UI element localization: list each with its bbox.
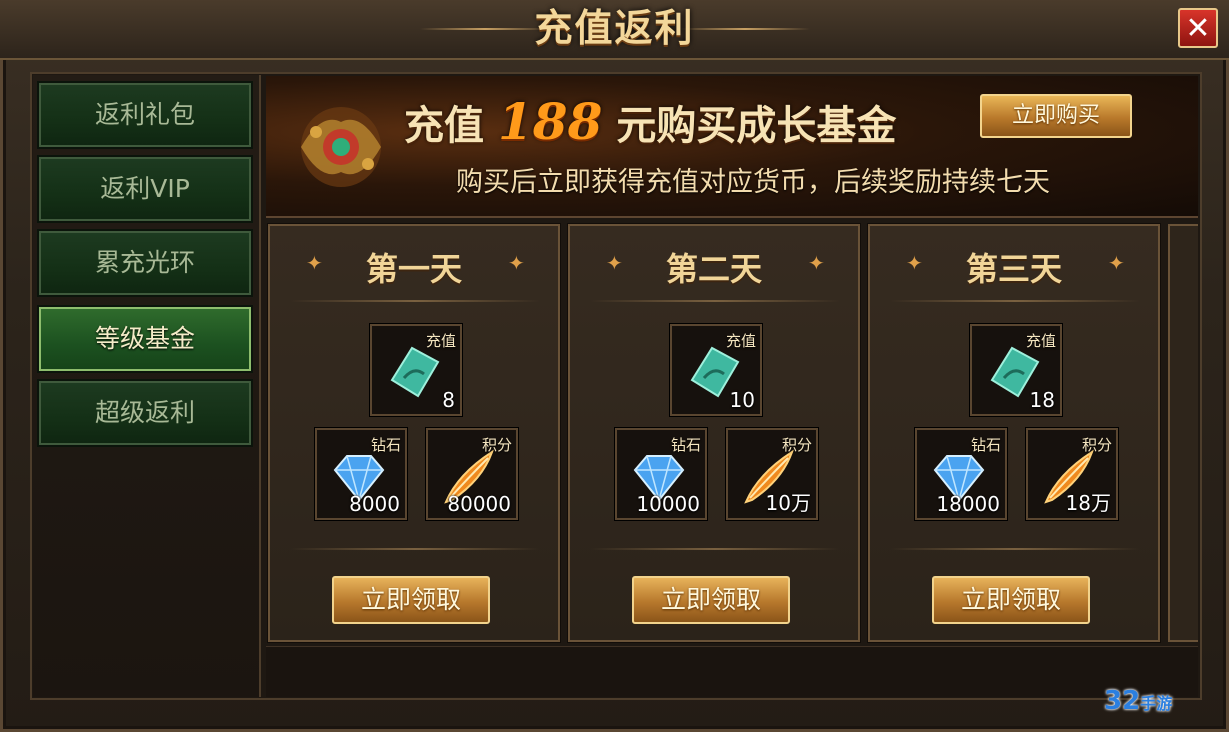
- day-card-2: ✦ ✦ 第二天 充值 10 钻石 10000 积分 10万 立即领取: [567, 223, 861, 643]
- divider: [890, 548, 1140, 550]
- sidebar-item-level-fund[interactable]: 等级基金: [37, 305, 253, 373]
- reward-tag: 积分: [781, 436, 812, 454]
- divider: [590, 548, 840, 550]
- reward-slot-points[interactable]: 积分 80000: [425, 427, 519, 521]
- reward-tag: 积分: [1081, 436, 1112, 454]
- divider: [290, 300, 540, 302]
- divider: [290, 548, 540, 550]
- reward-quantity: 18: [1029, 388, 1055, 412]
- watermark-logo: 32手游: [1104, 686, 1222, 726]
- claim-button[interactable]: 立即领取: [632, 576, 790, 624]
- reward-tag: 钻石: [670, 436, 701, 454]
- day-title: 第一天: [365, 250, 462, 288]
- watermark-sub: 手游: [1140, 694, 1173, 713]
- fund-banner: 充值 188 元购买成长基金 购买后立即获得充值对应货币，后续奖励持续七天 立即购买: [266, 76, 1198, 218]
- divider: [590, 300, 840, 302]
- divider: [890, 300, 1140, 302]
- banner-subtitle: 购买后立即获得充值对应货币，后续奖励持续七天: [456, 167, 1050, 198]
- banner-headline: 充值 188 元购买成长基金: [404, 90, 896, 154]
- day-card-1: ✦ ✦ 第一天 充值 8 钻石 8000 积分 80000 立即领取: [267, 223, 561, 643]
- reward-tag: 钻石: [970, 436, 1001, 454]
- day-card-partial[interactable]: [1168, 224, 1198, 642]
- reward-quantity: 10: [729, 388, 755, 412]
- reward-slot-diamond[interactable]: 钻石 18000: [914, 427, 1008, 521]
- reward-quantity: 18000: [936, 492, 1000, 516]
- window-title: 充值返利: [534, 5, 695, 50]
- day-card-3: ✦ ✦ 第三天 充值 18 钻石 18000 积分 18万 立即领取: [867, 223, 1161, 643]
- reward-slot-recharge[interactable]: 充值 8: [369, 323, 463, 417]
- reward-slot-points[interactable]: 积分 10万: [725, 427, 819, 521]
- buy-now-button[interactable]: 立即购买: [980, 94, 1132, 138]
- sidebar-item-rebate-gift[interactable]: 返利礼包: [37, 81, 253, 149]
- reward-tag: 积分: [481, 436, 512, 454]
- day-title: 第三天: [965, 250, 1062, 288]
- reward-slot-diamond[interactable]: 钻石 8000: [314, 427, 408, 521]
- reward-quantity: 8000: [349, 492, 400, 516]
- reward-cards: ✦ ✦ 第一天 充值 8 钻石 8000 积分 80000 立即领取 ✦ ✦ 第…: [266, 220, 1198, 644]
- reward-tag: 充值: [1025, 332, 1056, 350]
- reward-quantity: 18万: [1065, 491, 1111, 515]
- reward-tag: 充值: [725, 332, 756, 350]
- reward-quantity: 8: [442, 388, 455, 412]
- sidebar: 返利礼包 返利VIP 累充光环 等级基金 超级返利: [33, 75, 261, 697]
- reward-quantity: 10000: [636, 492, 700, 516]
- watermark-number: 32: [1104, 686, 1141, 716]
- sidebar-item-cumulative-aura[interactable]: 累充光环: [37, 229, 253, 297]
- reward-slot-points[interactable]: 积分 18万: [1025, 427, 1119, 521]
- reward-slot-recharge[interactable]: 充值 18: [969, 323, 1063, 417]
- sidebar-item-super-rebate[interactable]: 超级返利: [37, 379, 253, 447]
- title-bar: 充值返利 ✕: [0, 0, 1229, 60]
- day-title: 第二天: [665, 250, 762, 288]
- sidebar-item-rebate-vip[interactable]: 返利VIP: [37, 155, 253, 223]
- banner-amount: 188: [498, 92, 603, 151]
- claim-button[interactable]: 立即领取: [332, 576, 490, 624]
- reward-tag: 充值: [425, 332, 456, 350]
- reward-quantity: 10万: [765, 491, 811, 515]
- banner-suffix: 元购买成长基金: [616, 102, 897, 149]
- banner-prefix: 充值: [404, 102, 484, 149]
- reward-tag: 钻石: [370, 436, 401, 454]
- reward-quantity: 80000: [447, 492, 511, 516]
- treasure-ornament-icon: [301, 107, 381, 187]
- reward-slot-recharge[interactable]: 充值 10: [669, 323, 763, 417]
- close-button[interactable]: ✕: [1178, 8, 1218, 48]
- reward-slot-diamond[interactable]: 钻石 10000: [614, 427, 708, 521]
- bottom-strip: [266, 646, 1198, 697]
- claim-button[interactable]: 立即领取: [932, 576, 1090, 624]
